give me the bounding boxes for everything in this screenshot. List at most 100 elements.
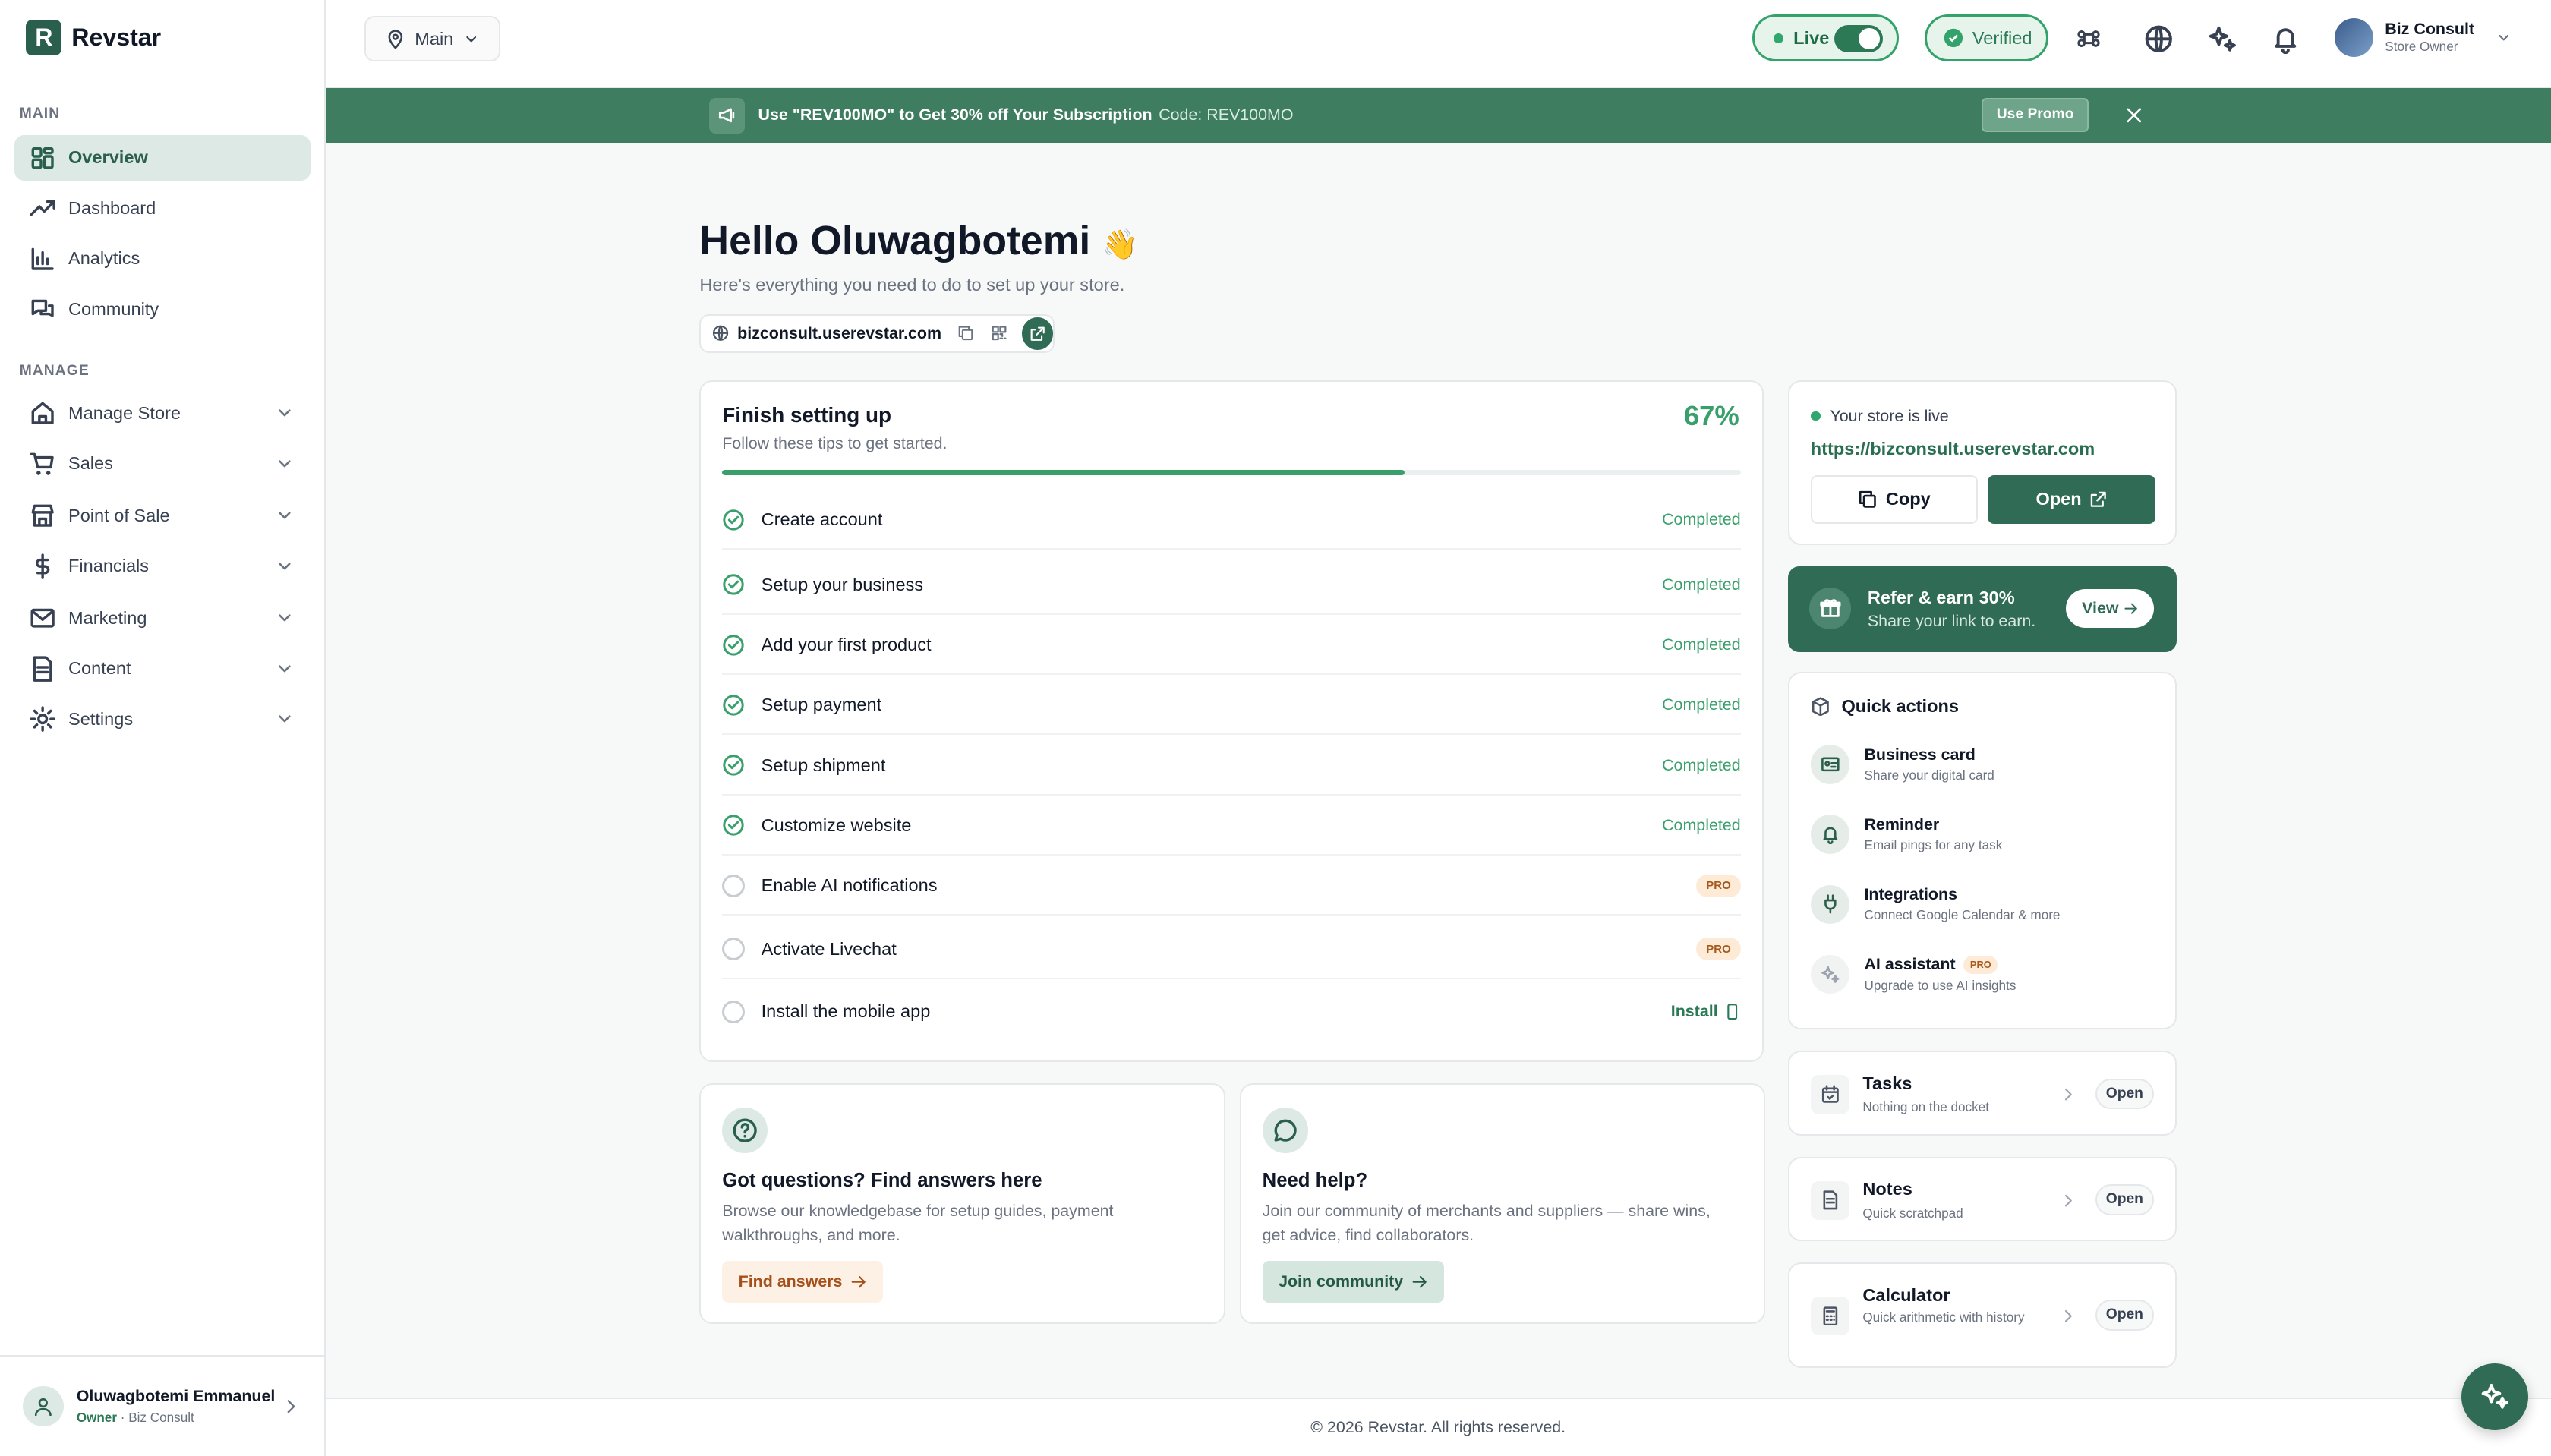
setup-task-row[interactable]: Setup payment Completed: [722, 676, 1741, 736]
sidebar-item-label: Financials: [68, 556, 150, 576]
trend-icon: [29, 200, 55, 216]
copy-icon[interactable]: [957, 324, 974, 342]
join-community-button[interactable]: Join community: [1262, 1260, 1444, 1303]
setup-task-row[interactable]: Add your first product Completed: [722, 616, 1741, 676]
use-promo-button[interactable]: Use Promo: [1981, 97, 2089, 132]
check-circle-icon: [723, 574, 744, 595]
check-circle-icon: [723, 695, 744, 716]
empty-circle-icon: [722, 938, 746, 961]
question-icon: [722, 1108, 768, 1154]
chevron-down-icon: [466, 36, 477, 43]
sidebar-item-settings[interactable]: Settings: [14, 696, 311, 742]
sidebar-item-marketing[interactable]: Marketing: [14, 595, 311, 641]
user-avatar: [22, 1385, 64, 1427]
find-answers-label: Find answers: [738, 1272, 843, 1291]
box-icon: [1812, 696, 1829, 716]
qr-code-icon[interactable]: [991, 324, 1007, 342]
ai-assistant-fab[interactable]: [2461, 1363, 2528, 1430]
copy-url-button[interactable]: Copy: [1810, 474, 1979, 524]
sidebar-item-overview[interactable]: Overview: [14, 134, 311, 181]
sidebar-item-label: Point of Sale: [68, 505, 170, 525]
setup-task-row[interactable]: Customize website Completed: [722, 797, 1741, 856]
sidebar-item-label: Overview: [68, 147, 148, 168]
chevron-down-icon: [279, 460, 291, 468]
help-card-title: Need help?: [1262, 1169, 1368, 1191]
chevron-down-icon: [279, 409, 291, 417]
plug-icon: [1810, 884, 1850, 924]
sidebar-item-label: Dashboard: [68, 197, 156, 218]
quick-action-ai-assistant[interactable]: AI assistant PRO Upgrade to use AI insight…: [1810, 954, 2016, 994]
sidebar-item-community[interactable]: Community: [14, 286, 311, 332]
tool-open-button[interactable]: Open: [2095, 1299, 2154, 1331]
sidebar-item-financials[interactable]: Financials: [14, 544, 311, 589]
refer-subtitle: Share your link to earn.: [1867, 611, 2036, 630]
sparkle-icon[interactable]: [2208, 24, 2237, 54]
brand[interactable]: R Revstar: [26, 19, 161, 55]
close-icon[interactable]: [2124, 106, 2144, 125]
quick-action-reminder[interactable]: Reminder Email pings for any task: [1810, 815, 2002, 854]
command-icon[interactable]: [2077, 27, 2100, 50]
tool-subtitle: Quick scratchpad: [1862, 1205, 1963, 1221]
quick-action-integrations[interactable]: Integrations Connect Google Calendar & mo…: [1810, 884, 2060, 924]
sidebar-item-label: Settings: [68, 708, 134, 729]
tool-open-button[interactable]: Open: [2095, 1078, 2154, 1110]
live-switch[interactable]: [1834, 24, 1884, 53]
sidebar-item-dashboard[interactable]: Dashboard: [14, 185, 311, 231]
store-domain: bizconsult.userevstar.com: [737, 323, 942, 342]
install-app-button[interactable]: Install: [1671, 1002, 1741, 1021]
globe-icon[interactable]: [2144, 24, 2174, 54]
setup-task-row[interactable]: Setup your business Completed: [722, 556, 1741, 615]
refer-view-button[interactable]: View: [2066, 588, 2155, 629]
sidebar-item-point-of-sale[interactable]: Point of Sale: [14, 493, 311, 538]
quick-action-business-card[interactable]: Business card Share your digital card: [1810, 745, 1994, 784]
sidebar-user[interactable]: Oluwagbotemi Emmanuel Owner · Biz Consul…: [0, 1354, 326, 1456]
sidebar: R Revstar MAIN Overview Dashboard Analyt…: [0, 0, 326, 1456]
join-community-label: Join community: [1279, 1272, 1404, 1291]
store-url[interactable]: https://bizconsult.userevstar.com: [1811, 439, 2095, 459]
setup-task-row[interactable]: Create account Completed: [722, 491, 1741, 550]
quick-action-title: Business card: [1864, 745, 1976, 764]
location-selector[interactable]: Main: [364, 16, 501, 62]
setup-task-row[interactable]: Enable AI notifications PRO: [722, 857, 1741, 916]
location-label: Main: [415, 28, 454, 49]
store-icon: [31, 504, 54, 527]
sidebar-item-sales[interactable]: Sales: [14, 441, 311, 487]
sidebar-user-name: Oluwagbotemi Emmanuel: [76, 1387, 276, 1406]
task-label: Customize website: [761, 815, 912, 835]
external-link-icon: [1030, 326, 1045, 341]
open-store-button[interactable]: [1022, 317, 1053, 350]
empty-circle-icon: [722, 874, 746, 897]
chevron-down-icon: [279, 512, 291, 519]
find-answers-button[interactable]: Find answers: [722, 1260, 884, 1303]
sidebar-item-analytics[interactable]: Analytics: [14, 236, 311, 282]
task-label: Setup your business: [761, 574, 924, 594]
bell-icon[interactable]: [2271, 24, 2300, 54]
help-card-text: Browse our knowledgebase for setup guide…: [722, 1202, 1114, 1245]
gift-icon: [1808, 587, 1852, 630]
home-icon: [31, 402, 54, 424]
gear-icon: [29, 706, 55, 732]
tool-card-notes[interactable]: Notes Quick scratchpad Open: [1787, 1156, 2177, 1241]
tool-card-tasks[interactable]: Tasks Nothing on the docket Open: [1787, 1051, 2177, 1136]
tool-open-button[interactable]: Open: [2095, 1183, 2154, 1215]
live-dot: [1774, 33, 1784, 43]
task-status: Completed: [1662, 815, 1741, 834]
tool-subtitle: Quick arithmetic with history: [1862, 1309, 2025, 1325]
sidebar-item-content[interactable]: Content: [14, 646, 311, 692]
setup-task-row[interactable]: Install the mobile app Install: [722, 982, 1740, 1041]
verified-label: Verified: [1972, 27, 2032, 48]
setup-task-row[interactable]: Activate Livechat PRO: [722, 921, 1741, 979]
live-dot: [1810, 411, 1821, 421]
chevron-down-icon: [279, 715, 291, 723]
task-label: Create account: [761, 509, 883, 530]
sidebar-item-manage-store[interactable]: Manage Store: [14, 390, 311, 436]
setup-task-row[interactable]: Setup shipment Completed: [722, 737, 1741, 796]
tool-title: Calculator: [1862, 1284, 1950, 1305]
store-live-card: Your store is live https://bizconsult.us…: [1787, 380, 2177, 545]
verified-badge: Verified: [1924, 14, 2048, 62]
header-user-menu[interactable]: Biz Consult Store Owner: [2334, 17, 2512, 57]
open-store-url-button[interactable]: Open: [1988, 474, 2156, 524]
task-status: Completed: [1662, 635, 1741, 654]
live-toggle[interactable]: Live: [1752, 14, 1899, 62]
tool-card-calculator[interactable]: Calculator Quick arithmetic with history…: [1787, 1262, 2177, 1369]
